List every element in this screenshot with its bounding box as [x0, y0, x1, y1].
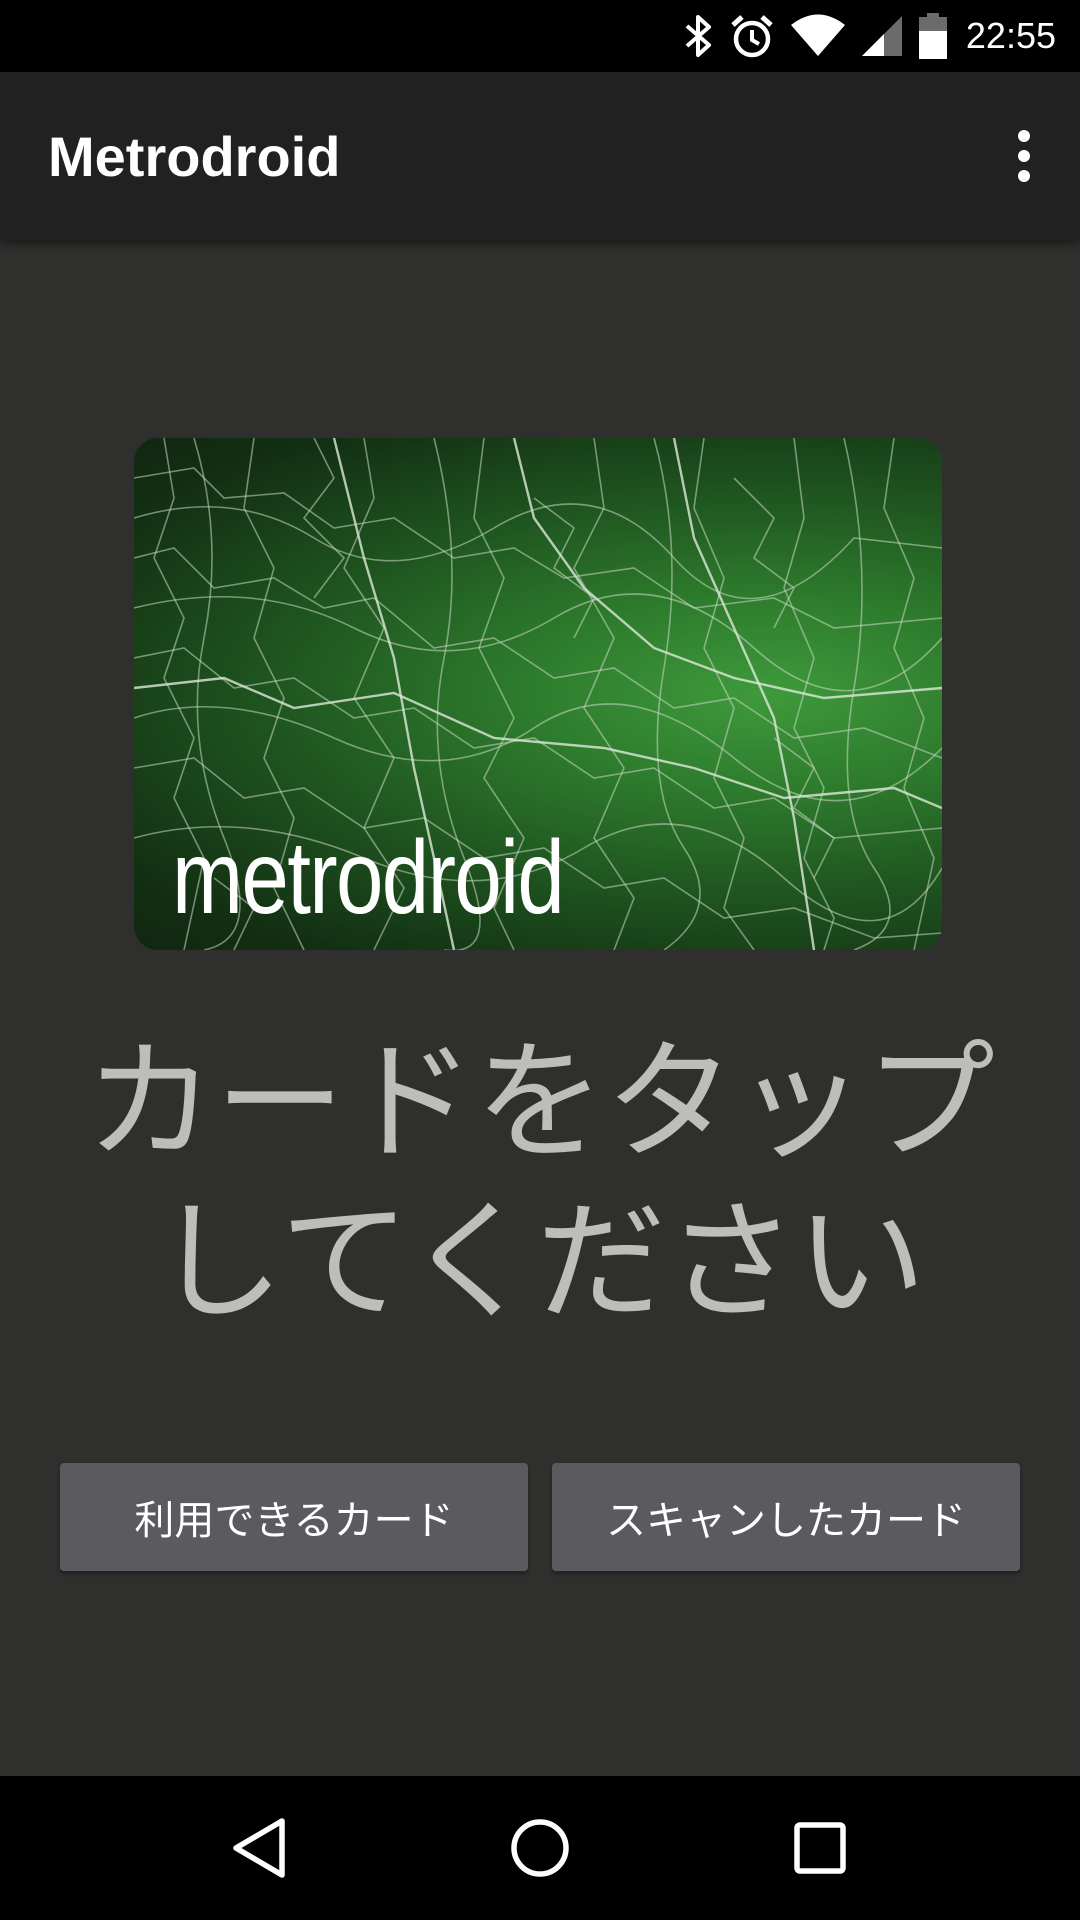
main-content: metrodroid カードをタップ してください 利用できるカード スキャンし… — [0, 240, 1080, 1776]
alarm-icon — [728, 0, 776, 72]
status-bar: 22:55 — [0, 0, 1080, 72]
home-button[interactable] — [480, 1788, 600, 1908]
recents-button[interactable] — [760, 1788, 880, 1908]
scanned-cards-button[interactable]: スキャンしたカード — [552, 1463, 1020, 1571]
recents-icon — [794, 1822, 846, 1874]
card-illustration: metrodroid — [134, 438, 942, 950]
navigation-bar — [0, 1776, 1080, 1920]
more-options-button[interactable] — [988, 96, 1060, 216]
home-icon — [511, 1819, 569, 1877]
battery-icon — [918, 0, 948, 72]
card-logo-text: metrodroid — [172, 820, 565, 936]
signal-icon — [860, 0, 904, 72]
prompt-line-2: してください — [153, 1186, 927, 1338]
back-icon — [233, 1818, 285, 1878]
app-bar: Metrodroid — [0, 72, 1080, 240]
more-vert-icon — [1018, 130, 1030, 182]
prompt-line-1: カードをタップ — [84, 1026, 995, 1178]
clock-time: 22:55 — [965, 15, 1056, 56]
bluetooth-icon — [684, 0, 714, 72]
tap-card-prompt: カードをタップ してください — [0, 1022, 1080, 1342]
wifi-icon — [790, 0, 846, 72]
app-title: Metrodroid — [48, 124, 341, 188]
supported-cards-button[interactable]: 利用できるカード — [60, 1463, 528, 1571]
back-button[interactable] — [200, 1788, 320, 1908]
